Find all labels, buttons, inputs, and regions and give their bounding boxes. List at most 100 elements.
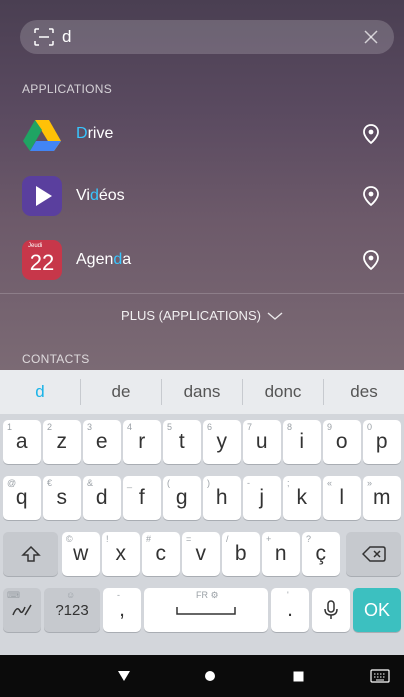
key-hint: _ (127, 478, 133, 488)
key-x[interactable]: ! x (102, 532, 140, 576)
key-g[interactable]: (g (163, 476, 201, 520)
suggestion-item[interactable]: dans (162, 379, 243, 405)
key-hint: 6 (207, 422, 213, 432)
key-hint: = (186, 534, 192, 544)
suggestion-item[interactable]: d (0, 379, 81, 405)
comma-key-label: , (119, 598, 125, 621)
app-name-agenda: Agenda (76, 251, 132, 268)
clear-icon[interactable] (362, 28, 380, 46)
key-m[interactable]: » m (363, 476, 401, 520)
key-row-2: @ q € s & d _ f(g) h - j; k «l» m (0, 476, 404, 524)
key-l[interactable]: «l (323, 476, 361, 520)
key-ç[interactable]: ? ç (302, 532, 340, 576)
key-b[interactable]: / b (222, 532, 260, 576)
key-hint: 8 (287, 422, 293, 432)
key-r[interactable]: 4r (123, 420, 161, 464)
key-label: m (373, 486, 391, 509)
key-label: y (216, 430, 228, 453)
comma-key[interactable]: - , (103, 588, 141, 632)
symbols-key-label: ?123 (55, 601, 89, 619)
keyboard-switch-button[interactable] (362, 655, 398, 697)
key-i[interactable]: 8i (283, 420, 321, 464)
key-o[interactable]: 9o (323, 420, 361, 464)
key-label: s (56, 486, 68, 509)
more-applications-button[interactable]: PLUS (APPLICATIONS) (0, 293, 404, 337)
key-j[interactable]: -j (243, 476, 281, 520)
location-pin-icon[interactable] (360, 249, 382, 271)
key-p[interactable]: 0p (363, 420, 401, 464)
key-hint: 0 (367, 422, 373, 432)
recents-button[interactable] (278, 655, 318, 697)
key-hint: ( (167, 478, 170, 488)
key-row-3: © w! x # c = v / b + n? ç (0, 532, 404, 580)
ok-key[interactable]: OK (353, 588, 401, 632)
key-q[interactable]: @ q (3, 476, 41, 520)
more-applications-label: PLUS (APPLICATIONS) (121, 308, 261, 323)
key-label: p (375, 430, 388, 453)
key-label: h (215, 486, 228, 509)
search-input[interactable]: d (62, 27, 362, 47)
key-n[interactable]: + n (262, 532, 300, 576)
key-y[interactable]: 6y (203, 420, 241, 464)
key-label: u (255, 430, 268, 453)
search-bar[interactable]: d (20, 20, 394, 54)
key-row-1: 1a2z3e4r5t6y7u8i9o0p (0, 420, 404, 468)
back-button[interactable] (104, 655, 144, 697)
applications-header: APPLICATIONS (22, 82, 113, 96)
key-label: c (155, 542, 167, 565)
backspace-key[interactable] (346, 532, 401, 576)
suggestion-bar: d de dans donc des (0, 370, 404, 414)
app-row-agenda[interactable]: Jeudi 22 Agenda (0, 230, 404, 290)
suggestion-item[interactable]: de (81, 379, 162, 405)
key-label: k (296, 486, 308, 509)
key-a[interactable]: 1a (3, 420, 41, 464)
navigation-bar (0, 655, 404, 697)
key-s[interactable]: € s (43, 476, 81, 520)
key-e[interactable]: 3e (83, 420, 121, 464)
location-pin-icon[interactable] (360, 123, 382, 145)
key-w[interactable]: © w (62, 532, 100, 576)
key-v[interactable]: = v (182, 532, 220, 576)
calendar-day-label: Jeudi (28, 243, 43, 249)
period-key[interactable]: ' . (271, 588, 309, 632)
suggestion-item[interactable]: des (324, 379, 404, 405)
key-hint: © (66, 534, 73, 544)
key-d[interactable]: & d (83, 476, 121, 520)
scan-icon[interactable] (34, 28, 54, 46)
space-key[interactable]: FR ⚙ (144, 588, 268, 632)
location-pin-icon[interactable] (360, 185, 382, 207)
key-hint: - (247, 478, 250, 488)
key-h[interactable]: ) h (203, 476, 241, 520)
key-z[interactable]: 2z (43, 420, 81, 464)
key-label: l (339, 486, 345, 509)
google-drive-icon (22, 114, 62, 154)
key-c[interactable]: # c (142, 532, 180, 576)
key-t[interactable]: 5t (163, 420, 201, 464)
key-label: x (115, 542, 127, 565)
microphone-key[interactable] (312, 588, 350, 632)
key-hint: » (367, 478, 373, 488)
key-label: t (178, 430, 185, 453)
key-f[interactable]: _ f (123, 476, 161, 520)
key-label: v (195, 542, 207, 565)
back-triangle-icon (118, 671, 130, 681)
key-label: n (274, 542, 287, 565)
home-button[interactable] (190, 655, 230, 697)
key-hint: 1 (7, 422, 13, 432)
handwriting-key[interactable]: ⌨ (3, 588, 41, 632)
key-u[interactable]: 7u (243, 420, 281, 464)
app-row-drive[interactable]: Drive (0, 104, 404, 164)
key-label: r (138, 430, 146, 453)
key-k[interactable]: ; k (283, 476, 321, 520)
home-circle-icon (205, 671, 215, 681)
contacts-header: CONTACTS (22, 352, 90, 366)
symbols-key[interactable]: ☺ ?123 (44, 588, 100, 632)
key-label: z (56, 430, 68, 453)
calendar-date-label: 22 (29, 250, 55, 275)
suggestion-item[interactable]: donc (243, 379, 324, 405)
key-hint: 5 (167, 422, 173, 432)
key-hint: + (266, 534, 272, 544)
ok-key-label: OK (363, 599, 390, 620)
shift-key[interactable] (3, 532, 58, 576)
app-row-videos[interactable]: Vidéos (0, 166, 404, 226)
